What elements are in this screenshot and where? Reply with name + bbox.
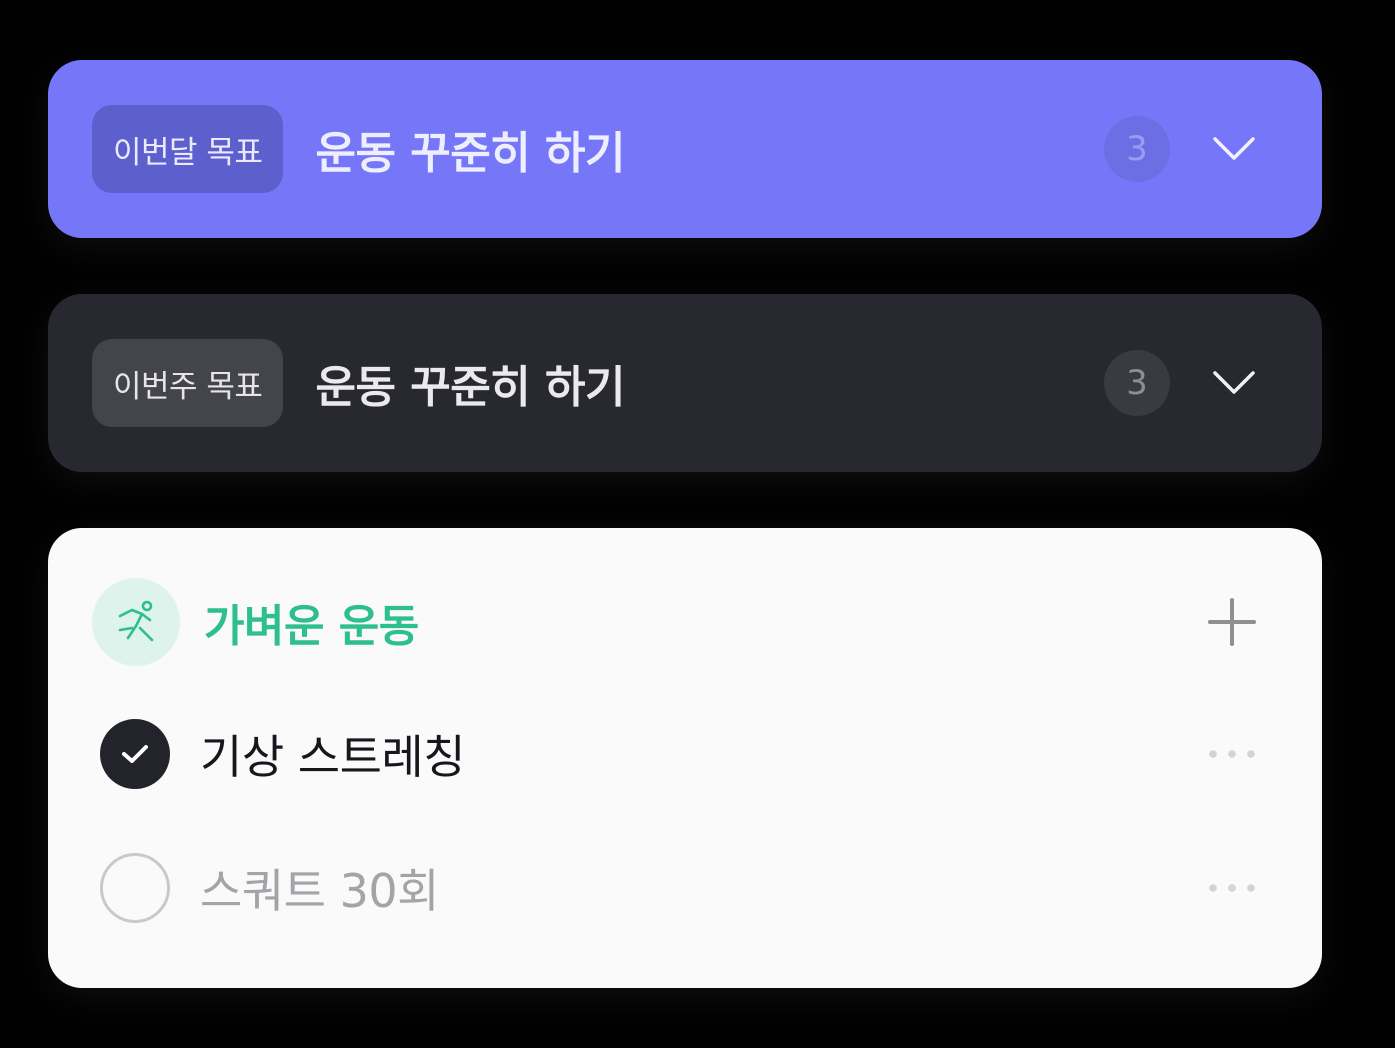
category-header: 가벼운 운동: [92, 578, 1262, 666]
todo-list-card: 가벼운 운동 기상 스트레칭 스쿼트 30회: [48, 528, 1322, 988]
weekly-goal-card[interactable]: 이번주 목표 운동 꾸준히 하기 3: [48, 294, 1322, 472]
todo-item: 스쿼트 30회: [100, 848, 1262, 928]
chevron-down-icon[interactable]: [1210, 359, 1258, 407]
todo-label: 기상 스트레칭: [200, 730, 466, 784]
unchecked-checkbox[interactable]: [100, 853, 170, 923]
running-icon: [92, 578, 180, 666]
checked-checkbox[interactable]: [100, 719, 170, 789]
goal-count-badge: 3: [1104, 350, 1170, 416]
chevron-down-icon[interactable]: [1210, 125, 1258, 173]
checkmark-icon: [122, 745, 148, 763]
monthly-goal-card[interactable]: 이번달 목표 운동 꾸준히 하기 3: [48, 60, 1322, 238]
todo-item: 기상 스트레칭: [100, 714, 1262, 794]
goal-title: 운동 꾸준히 하기: [315, 128, 625, 179]
more-icon[interactable]: [1202, 734, 1262, 774]
category-title: 가벼운 운동: [204, 601, 419, 652]
goal-title: 운동 꾸준히 하기: [315, 362, 625, 413]
goal-period-tag: 이번주 목표: [92, 339, 284, 427]
todo-label: 스쿼트 30회: [200, 864, 439, 918]
goal-period-tag: 이번달 목표: [92, 105, 284, 193]
more-icon[interactable]: [1202, 868, 1262, 908]
plus-icon[interactable]: [1202, 592, 1262, 652]
goal-count-badge: 3: [1104, 116, 1170, 182]
